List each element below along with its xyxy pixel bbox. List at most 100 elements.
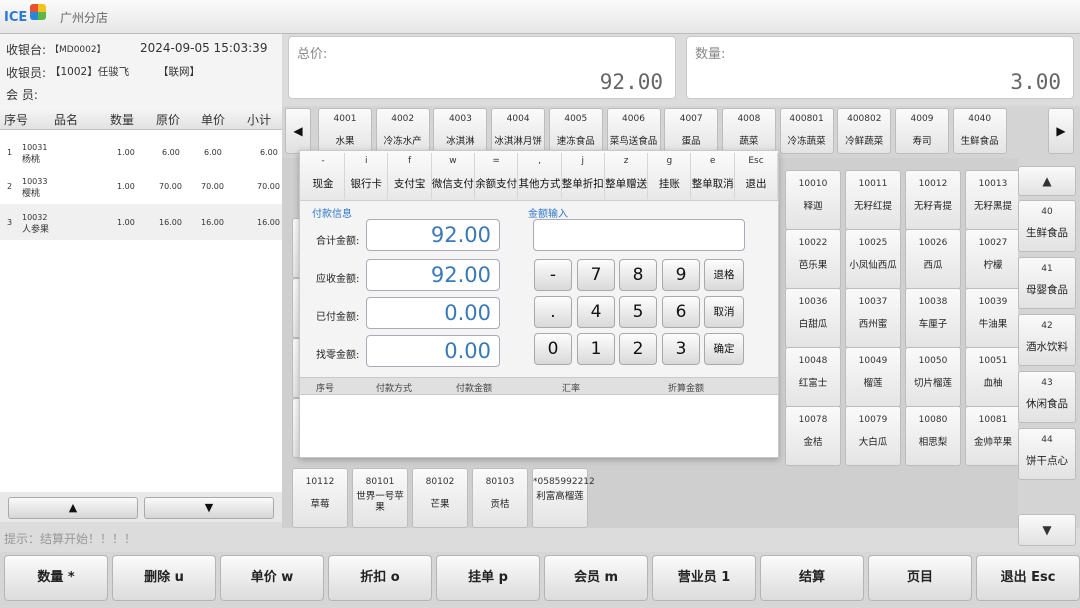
product-button[interactable]: 10025 小凤仙西瓜	[845, 229, 901, 289]
product-button[interactable]: 10048 红富士	[785, 347, 841, 407]
cancel-button[interactable]: 取消	[704, 296, 744, 328]
product-button[interactable]: 10051 血柚	[965, 347, 1021, 407]
product-button[interactable]: 10012 无籽青提	[905, 170, 961, 230]
list-scroll-down-button[interactable]: ▼	[144, 497, 274, 519]
key-6[interactable]: 6	[662, 296, 700, 328]
key-2[interactable]: 2	[619, 333, 657, 365]
payment-method-button[interactable]: j 整单折扣	[562, 153, 605, 199]
table-row[interactable]: 1 10031 杨桃 1.00 6.00 6.00 6.00	[0, 134, 282, 170]
category-tab[interactable]: 4007 蛋品	[664, 108, 719, 154]
category-tab[interactable]: 4006 菜鸟送食品	[606, 108, 661, 154]
product-button[interactable]: 10038 车厘子	[905, 288, 961, 348]
payment-method-button[interactable]: Esc 退出	[735, 153, 778, 199]
table-row[interactable]: 3 10032 人参果 1.00 16.00 16.00 16.00	[0, 204, 282, 240]
pay-col-no: 序号	[316, 384, 335, 394]
key-4[interactable]: 4	[577, 296, 615, 328]
product-button[interactable]: *0585992212 利富高榴莲	[532, 468, 595, 528]
product-button[interactable]: 10011 无籽红提	[845, 170, 901, 230]
product-button[interactable]: 10080 相思梨	[905, 406, 961, 466]
pay-info-title: 付款信息	[312, 209, 352, 220]
key-8[interactable]: 8	[619, 259, 657, 291]
function-button[interactable]: 结算	[760, 555, 864, 601]
key-dot[interactable]: .	[534, 296, 572, 328]
product-button[interactable]: 10050 切片榴莲	[905, 347, 961, 407]
table-row[interactable]: 2 10033 樱桃 1.00 70.00 70.00 70.00	[0, 168, 282, 204]
payment-records-list[interactable]	[300, 395, 778, 457]
product-button[interactable]: 10112 草莓	[292, 468, 348, 528]
confirm-button[interactable]: 确定	[704, 333, 744, 365]
category-tab[interactable]: 400802 冷鲜蔬菜	[837, 108, 892, 154]
category-tab[interactable]: 4001 水果	[318, 108, 372, 154]
product-button[interactable]: 80101 世界一号苹果	[352, 468, 408, 528]
function-button[interactable]: 折扣 o	[328, 555, 432, 601]
product-button[interactable]: 10079 大白瓜	[845, 406, 901, 466]
product-button[interactable]: 10022 芭乐果	[785, 229, 841, 289]
product-button[interactable]: 10010 释迦	[785, 170, 841, 230]
payment-method-button[interactable]: , 其他方式	[519, 153, 562, 199]
payment-method-button[interactable]: e 整单取消	[692, 153, 735, 199]
function-button[interactable]: 单价 w	[220, 555, 324, 601]
payment-method-button[interactable]: = 余额支付	[475, 153, 519, 199]
payment-method-button[interactable]: i 银行卡	[345, 153, 389, 199]
category-tab[interactable]: 4002 冷冻水产	[375, 108, 430, 154]
payment-method-button[interactable]: z 整单赠送	[605, 153, 649, 199]
category-tab[interactable]: 4040 生鲜食品	[952, 108, 1007, 154]
key-9[interactable]: 9	[662, 259, 700, 291]
function-button[interactable]: 删除 u	[112, 555, 216, 601]
category-tab[interactable]: 4004 冰淇淋月饼	[491, 108, 546, 154]
function-button[interactable]: 数量 *	[4, 555, 108, 601]
side-category-button[interactable]: 42 酒水饮料	[1018, 314, 1076, 366]
product-code: 10013	[978, 179, 1008, 189]
operator-label: 收银员:	[6, 66, 47, 80]
function-button[interactable]: 会员 m	[544, 555, 648, 601]
key-3[interactable]: 3	[662, 333, 700, 365]
function-button[interactable]: 退出 Esc	[976, 555, 1080, 601]
function-button[interactable]: 页目	[868, 555, 972, 601]
product-button[interactable]: 10081 金帅苹果	[965, 406, 1021, 466]
side-category-button[interactable]: 44 饼干点心	[1018, 428, 1076, 480]
side-category-button[interactable]: 40 生鲜食品	[1018, 200, 1076, 252]
category-tab[interactable]: 4005 速冻食品	[548, 108, 603, 154]
product-button[interactable]: 10036 白甜瓜	[785, 288, 841, 348]
key-1[interactable]: 1	[577, 333, 615, 365]
function-button[interactable]: 营业员 1	[652, 555, 756, 601]
function-button[interactable]: 挂单 p	[436, 555, 540, 601]
side-category-code: 40	[1041, 207, 1053, 217]
amount-input-field[interactable]	[533, 219, 745, 251]
category-tab[interactable]: 4009 寿司	[895, 108, 949, 154]
item-list-nav: ▲ ▼	[0, 492, 282, 522]
category-tab[interactable]: 4003 冰淇淋	[433, 108, 488, 154]
product-button[interactable]: 10037 西州蜜	[845, 288, 901, 348]
side-category-button[interactable]: 43 休闲食品	[1018, 371, 1076, 423]
product-button[interactable]: 10026 西瓜	[905, 229, 961, 289]
product-button[interactable]: 80103 贡桔	[472, 468, 528, 528]
category-tab[interactable]: 4008 蔬菜	[721, 108, 776, 154]
row-qty: 1.00	[117, 148, 135, 157]
amount-input-title: 金额输入	[528, 209, 568, 220]
key-7[interactable]: 7	[577, 259, 615, 291]
side-category-down-button[interactable]: ▼	[1018, 514, 1076, 546]
key-0[interactable]: 0	[534, 333, 572, 365]
product-button[interactable]: 10078 金桔	[785, 406, 841, 466]
payment-method-button[interactable]: f 支付宝	[389, 153, 432, 199]
side-category-button[interactable]: 41 母婴食品	[1018, 257, 1076, 309]
product-button[interactable]: 10027 柠檬	[965, 229, 1021, 289]
backspace-button[interactable]: 退格	[704, 259, 744, 291]
payment-method-button[interactable]: w 微信支付	[432, 153, 475, 199]
payment-method-button[interactable]: g 挂账	[648, 153, 692, 199]
product-button[interactable]: 80102 芒果	[412, 468, 468, 528]
product-button[interactable]: 10039 牛油果	[965, 288, 1021, 348]
key-5[interactable]: 5	[619, 296, 657, 328]
category-next-button[interactable]: ▶	[1048, 108, 1074, 154]
category-prev-button[interactable]: ◀	[285, 108, 311, 154]
list-scroll-up-button[interactable]: ▲	[8, 497, 138, 519]
side-category-up-button[interactable]: ▲	[1018, 166, 1076, 196]
product-button[interactable]: 10013 无籽黑提	[965, 170, 1021, 230]
product-button[interactable]: 10049 榴莲	[845, 347, 901, 407]
key-minus[interactable]: -	[534, 259, 572, 291]
item-list[interactable]: 1 10031 杨桃 1.00 6.00 6.00 6.00 2 10033 樱…	[0, 130, 282, 492]
product-name: 小凤仙西瓜	[849, 260, 897, 271]
payment-method-button[interactable]: - 现金	[302, 153, 345, 199]
side-category-code: 44	[1041, 435, 1053, 445]
category-tab[interactable]: 400801 冷冻蔬菜	[779, 108, 834, 154]
